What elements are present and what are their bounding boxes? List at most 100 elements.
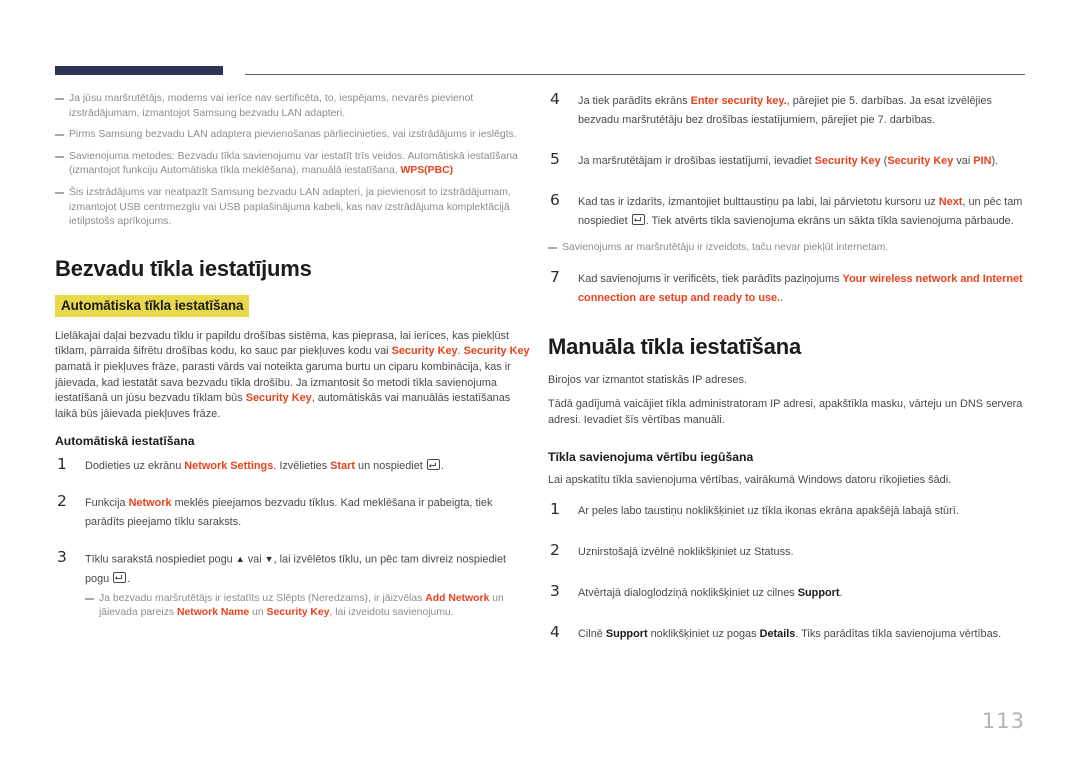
keyword-network: Network bbox=[128, 497, 172, 510]
step-number: 1 bbox=[550, 499, 560, 518]
step-item: 4 Ja tiek parādīts ekrāns Enter security… bbox=[548, 90, 1026, 130]
step-number: 4 bbox=[550, 90, 560, 108]
step-number: 1 bbox=[57, 455, 67, 474]
right-column: 4 Ja tiek parādīts ekrāns Enter security… bbox=[548, 90, 1026, 666]
right-steps-list-top: 4 Ja tiek parādīts ekrāns Enter security… bbox=[548, 90, 1026, 231]
text-fragment: . bbox=[839, 586, 843, 599]
step-item: 4 Cilnē Support noklikšķiniet uz pogas D… bbox=[548, 622, 1026, 644]
text-fragment: . Tiks parādītas tīkla savienojuma vērtī… bbox=[795, 627, 1002, 640]
step-number: 4 bbox=[550, 622, 560, 641]
note-line: Šis izstrādājums var neatpazīt Samsung b… bbox=[69, 186, 511, 198]
header-thin-line bbox=[245, 74, 1025, 75]
text-fragment: , lai izveidotu savienojumu. bbox=[329, 607, 454, 619]
text-fragment: un nospiediet bbox=[354, 460, 426, 473]
step-number: 5 bbox=[550, 150, 560, 168]
manual-paragraph-1: Birojos var izmantot statiskās IP adrese… bbox=[548, 373, 747, 386]
step-number: 2 bbox=[550, 540, 560, 559]
keyword-add-network: Add Network bbox=[425, 592, 490, 604]
text-fragment: Kad savienojums ir verificēts, tiek parā… bbox=[578, 272, 843, 285]
note-item: Šis izstrādājums var neatpazīt Samsung b… bbox=[55, 186, 533, 230]
enter-key-icon bbox=[113, 571, 127, 583]
step-item: 2 Uznirstošajā izvēlnē noklikšķiniet uz … bbox=[548, 540, 1026, 562]
step-item: 5 Ja maršrutētājam ir drošības iestatīju… bbox=[548, 150, 1026, 171]
text-fragment: . Izvēlieties bbox=[273, 460, 331, 473]
text-fragment: Atvērtajā dialoglodziņā noklikšķiniet uz… bbox=[578, 586, 798, 599]
text-fragment: . bbox=[127, 572, 131, 585]
keyword-security-key: Security Key bbox=[463, 345, 530, 358]
page-number: 113 bbox=[981, 709, 1025, 733]
text-fragment: un bbox=[249, 607, 267, 619]
step-number: 3 bbox=[550, 581, 560, 600]
step-note: Ja bezvadu maršrutētājs ir iestatīts uz … bbox=[85, 592, 533, 621]
text-fragment: vai bbox=[244, 553, 265, 566]
keyword-support: Support bbox=[605, 627, 648, 640]
note-line: izmantojot USB centrmezglu vai USB papla… bbox=[69, 201, 510, 213]
section-title-manual-setup: Manuāla tīkla iestatīšana bbox=[548, 333, 801, 359]
text-fragment: ). bbox=[991, 155, 999, 167]
note-item: Ja jūsu maršrutētājs, modems vai ierīce … bbox=[55, 92, 533, 121]
text-fragment: . bbox=[440, 460, 444, 473]
step-item: 1 Ar peles labo taustiņu noklikšķiniet u… bbox=[548, 499, 1026, 521]
step-item: 1 Dodieties uz ekrānu Network Settings. … bbox=[55, 455, 533, 476]
text-fragment: Funkcija bbox=[85, 497, 129, 510]
text-fragment: Kad tas ir izdarīts, izmantojiet bulttau… bbox=[578, 196, 939, 208]
left-column: Ja jūsu maršrutētājs, modems vai ierīce … bbox=[55, 92, 533, 627]
note-line: Savienojums ar maršrutētāju ir izveidots… bbox=[562, 242, 889, 253]
keyword-security-key: Security Key bbox=[814, 155, 881, 167]
keyword-enter-security-key: Enter security key. bbox=[690, 95, 787, 107]
header-accent-bar bbox=[55, 66, 223, 75]
text-fragment: Cilnē bbox=[578, 627, 606, 640]
step-item: 3 Atvērtajā dialoglodziņā noklikšķiniet … bbox=[548, 581, 1026, 603]
note-line: Savienojuma metodes: Bezvadu tīkla savie… bbox=[69, 150, 406, 162]
text-fragment: Tīklu sarakstā nospiediet pogu bbox=[85, 553, 236, 566]
keyword-start: Start bbox=[330, 460, 355, 473]
keyword-security-key: Security Key bbox=[887, 155, 954, 167]
keyword-security-key: Security Key bbox=[266, 607, 330, 619]
enter-key-icon bbox=[631, 214, 645, 225]
subheading-automatic-setup: Automātiskā iestatīšana bbox=[55, 434, 195, 449]
note-line: izmantojot Samsung bezvadu LAN adapteri. bbox=[142, 107, 346, 119]
text-fragment: vai bbox=[953, 155, 974, 167]
step-number: 7 bbox=[550, 267, 560, 286]
step-item: 7 Kad savienojums ir verificēts, tiek pa… bbox=[548, 267, 1026, 308]
keyword-support: Support bbox=[797, 586, 840, 599]
section-title-wireless-setup: Bezvadu tīkla iestatījums bbox=[55, 255, 312, 281]
left-steps-list: 1 Dodieties uz ekrānu Network Settings. … bbox=[55, 455, 533, 621]
keyword-security-key: Security Key bbox=[391, 345, 458, 358]
step-item: 2 Funkcija Network meklēs pieejamos bezv… bbox=[55, 492, 533, 532]
step-item: 3 Tīklu sarakstā nospiediet pogu ▲ vai ▼… bbox=[55, 548, 533, 621]
text-fragment: Ja maršrutētājam ir drošības iestatījumi… bbox=[578, 155, 815, 167]
keyword-pin: PIN bbox=[973, 155, 992, 167]
right-step-seven-list: 7 Kad savienojums ir verificēts, tiek pa… bbox=[548, 267, 1026, 308]
header-rule bbox=[55, 66, 1025, 78]
note-line: ietilpstošs aprīkojums. bbox=[69, 216, 172, 228]
highlighted-subheading-auto-setup: Automātiska tīkla iestatīšana bbox=[55, 294, 250, 317]
arrow-down-icon: ▼ bbox=[264, 554, 274, 565]
text-fragment: . bbox=[780, 291, 784, 304]
text-fragment: Ja tiek parādīts ekrāns bbox=[578, 95, 691, 107]
step-number: 2 bbox=[57, 492, 67, 511]
note-line: Pirms Samsung bezvadu LAN adaptera pievi… bbox=[69, 129, 517, 141]
keyword-next: Next bbox=[938, 196, 963, 208]
note-item: Pirms Samsung bezvadu LAN adaptera pievi… bbox=[55, 128, 533, 143]
note-keyword: WPS(PBC) bbox=[400, 165, 454, 177]
manual-paragraph-3: Lai apskatītu tīkla savienojuma vērtības… bbox=[548, 474, 952, 487]
text-fragment: Dodieties uz ekrānu bbox=[85, 460, 185, 473]
keyword-details: Details bbox=[759, 627, 796, 640]
text-fragment: noklikšķiniet uz pogas bbox=[647, 627, 760, 640]
text-fragment: Uznirstošajā izvēlnē noklikšķiniet uz St… bbox=[578, 545, 794, 558]
enter-key-icon bbox=[426, 459, 440, 471]
document-page: Ja jūsu maršrutētājs, modems vai ierīce … bbox=[0, 0, 1080, 763]
right-steps-list-bottom: 1 Ar peles labo taustiņu noklikšķiniet u… bbox=[548, 499, 1026, 644]
note-item: Savienojums ar maršrutētāju ir izveidots… bbox=[548, 241, 1026, 256]
keyword-network-settings: Network Settings bbox=[184, 460, 274, 473]
step-item: 6 Kad tas ir izdarīts, izmantojiet bultt… bbox=[548, 191, 1026, 231]
text-fragment: Ar peles labo taustiņu noklikšķiniet uz … bbox=[578, 504, 959, 517]
step-number: 3 bbox=[57, 548, 67, 567]
text-fragment: . Tiek atvērts tīkla savienojuma ekrāns … bbox=[645, 215, 1014, 227]
subheading-network-values: Tīkla savienojuma vērtību iegūšana bbox=[548, 450, 754, 465]
step-number: 6 bbox=[550, 191, 560, 209]
keyword-network-name: Network Name bbox=[176, 607, 250, 619]
manual-paragraph-2: Tādā gadījumā vaicājiet tīkla administra… bbox=[548, 398, 1023, 426]
intro-paragraph: Lielākajai daļai bezvadu tīklu ir papild… bbox=[55, 329, 533, 423]
